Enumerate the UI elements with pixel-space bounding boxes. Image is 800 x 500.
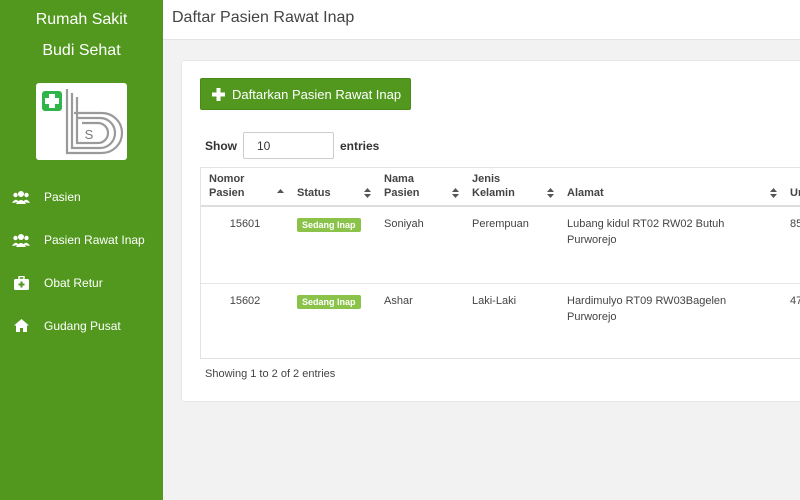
status-badge: Sedang Inap bbox=[297, 294, 361, 309]
cell-nomor: 15601 bbox=[201, 206, 289, 284]
entries-length-select[interactable]: 10 bbox=[243, 132, 334, 159]
patient-panel: Daftarkan Pasien Rawat Inap Show 10 entr… bbox=[181, 60, 800, 402]
sort-both-icon bbox=[547, 188, 554, 198]
sidebar-item-label: Gudang Pusat bbox=[44, 318, 121, 333]
cell-extra: 85 bbox=[782, 206, 800, 284]
home-icon bbox=[11, 318, 31, 334]
hospital-logo[interactable]: S bbox=[36, 83, 127, 160]
sidebar-item-label: Pasien Rawat Inap bbox=[44, 232, 145, 247]
medkit-icon bbox=[11, 275, 31, 291]
cell-alamat: Lubang kidul RT02 RW02 Butuh Purworejo bbox=[559, 206, 782, 284]
sidebar-item-label: Pasien bbox=[44, 189, 81, 204]
page-header: Daftar Pasien Rawat Inap bbox=[163, 0, 800, 40]
register-inpatient-label: Daftarkan Pasien Rawat Inap bbox=[232, 86, 402, 102]
column-header-line: Nama bbox=[384, 173, 414, 185]
hospital-bs-logo-icon: S bbox=[42, 89, 124, 155]
entries-length-control: Show 10 entries bbox=[205, 132, 379, 159]
page-title: Daftar Pasien Rawat Inap bbox=[172, 9, 355, 26]
column-header-line: Pasien bbox=[384, 187, 420, 199]
column-header-line: Status bbox=[297, 187, 331, 199]
cell-jenis-kelamin: Perempuan bbox=[464, 206, 559, 284]
table-info: Showing 1 to 2 of 2 entries bbox=[205, 368, 336, 380]
sort-both-icon bbox=[364, 188, 371, 198]
column-header-line: Alamat bbox=[567, 187, 604, 199]
column-header-extra[interactable]: Ur bbox=[782, 168, 800, 207]
cell-extra: 47 bbox=[790, 294, 800, 307]
column-header-nomor-pasien[interactable]: Nomor Pasien bbox=[201, 168, 289, 207]
svg-text:S: S bbox=[85, 127, 94, 142]
cell-jenis-kelamin: Laki-Laki bbox=[472, 294, 517, 307]
table-header-row: Nomor Pasien Status Nama Pasien Jenis Ke… bbox=[201, 168, 800, 207]
sort-both-icon bbox=[770, 188, 777, 198]
column-header-line: Jenis bbox=[472, 173, 501, 185]
brand-line-2: Budi Sehat bbox=[42, 42, 121, 59]
users-icon bbox=[11, 232, 31, 248]
column-header-jenis-kelamin[interactable]: Jenis Kelamin bbox=[464, 168, 559, 207]
sidebar-item-obat-retur[interactable]: Obat Retur bbox=[0, 261, 163, 304]
column-header-line: Nomor bbox=[209, 173, 245, 185]
users-icon bbox=[11, 189, 31, 205]
length-entries-label: entries bbox=[340, 138, 380, 153]
cell-alamat: Hardimulyo RT09 RW03Bagelen Purworejo bbox=[567, 294, 727, 323]
register-inpatient-button[interactable]: Daftarkan Pasien Rawat Inap bbox=[200, 78, 411, 110]
column-header-nama-pasien[interactable]: Nama Pasien bbox=[376, 168, 464, 207]
sidebar-item-label: Obat Retur bbox=[44, 275, 103, 290]
brand-line-1: Rumah Sakit bbox=[35, 11, 128, 28]
table-row[interactable]: 15602 Sedang Inap Ashar Laki-Laki Hardim… bbox=[201, 283, 800, 358]
column-header-line: Kelamin bbox=[472, 187, 515, 199]
sidebar-nav: Pasien Pasien Rawat Inap Obat Retur Guda… bbox=[0, 175, 163, 347]
sidebar-item-pasien-rawat-inap[interactable]: Pasien Rawat Inap bbox=[0, 218, 163, 261]
sidebar-item-pasien[interactable]: Pasien bbox=[0, 175, 163, 218]
status-badge: Sedang Inap bbox=[297, 218, 361, 232]
patient-table: Nomor Pasien Status Nama Pasien Jenis Ke… bbox=[200, 167, 800, 359]
cell-status: Sedang Inap bbox=[289, 206, 376, 284]
length-show-label: Show bbox=[205, 138, 237, 153]
sidebar-item-gudang-pusat[interactable]: Gudang Pusat bbox=[0, 304, 163, 347]
sidebar: Rumah Sakit Budi Sehat S Pasien Pasien R… bbox=[0, 0, 163, 500]
sort-asc-icon bbox=[277, 189, 284, 193]
cell-nama: Soniyah bbox=[376, 206, 464, 284]
cell-nomor: 15602 bbox=[229, 294, 261, 307]
table-row[interactable]: 15601 Sedang Inap Soniyah Perempuan Luba… bbox=[201, 206, 800, 284]
column-header-alamat[interactable]: Alamat bbox=[559, 168, 782, 207]
cell-status: Sedang Inap bbox=[289, 283, 376, 358]
plus-icon bbox=[212, 87, 225, 101]
column-header-line: Pasien bbox=[209, 187, 245, 199]
column-header-status[interactable]: Status bbox=[289, 168, 376, 207]
cell-nama: Ashar bbox=[384, 294, 413, 307]
brand: Rumah Sakit Budi Sehat bbox=[0, 0, 163, 66]
sort-both-icon bbox=[452, 188, 459, 198]
column-header-line: Ur bbox=[790, 187, 800, 199]
